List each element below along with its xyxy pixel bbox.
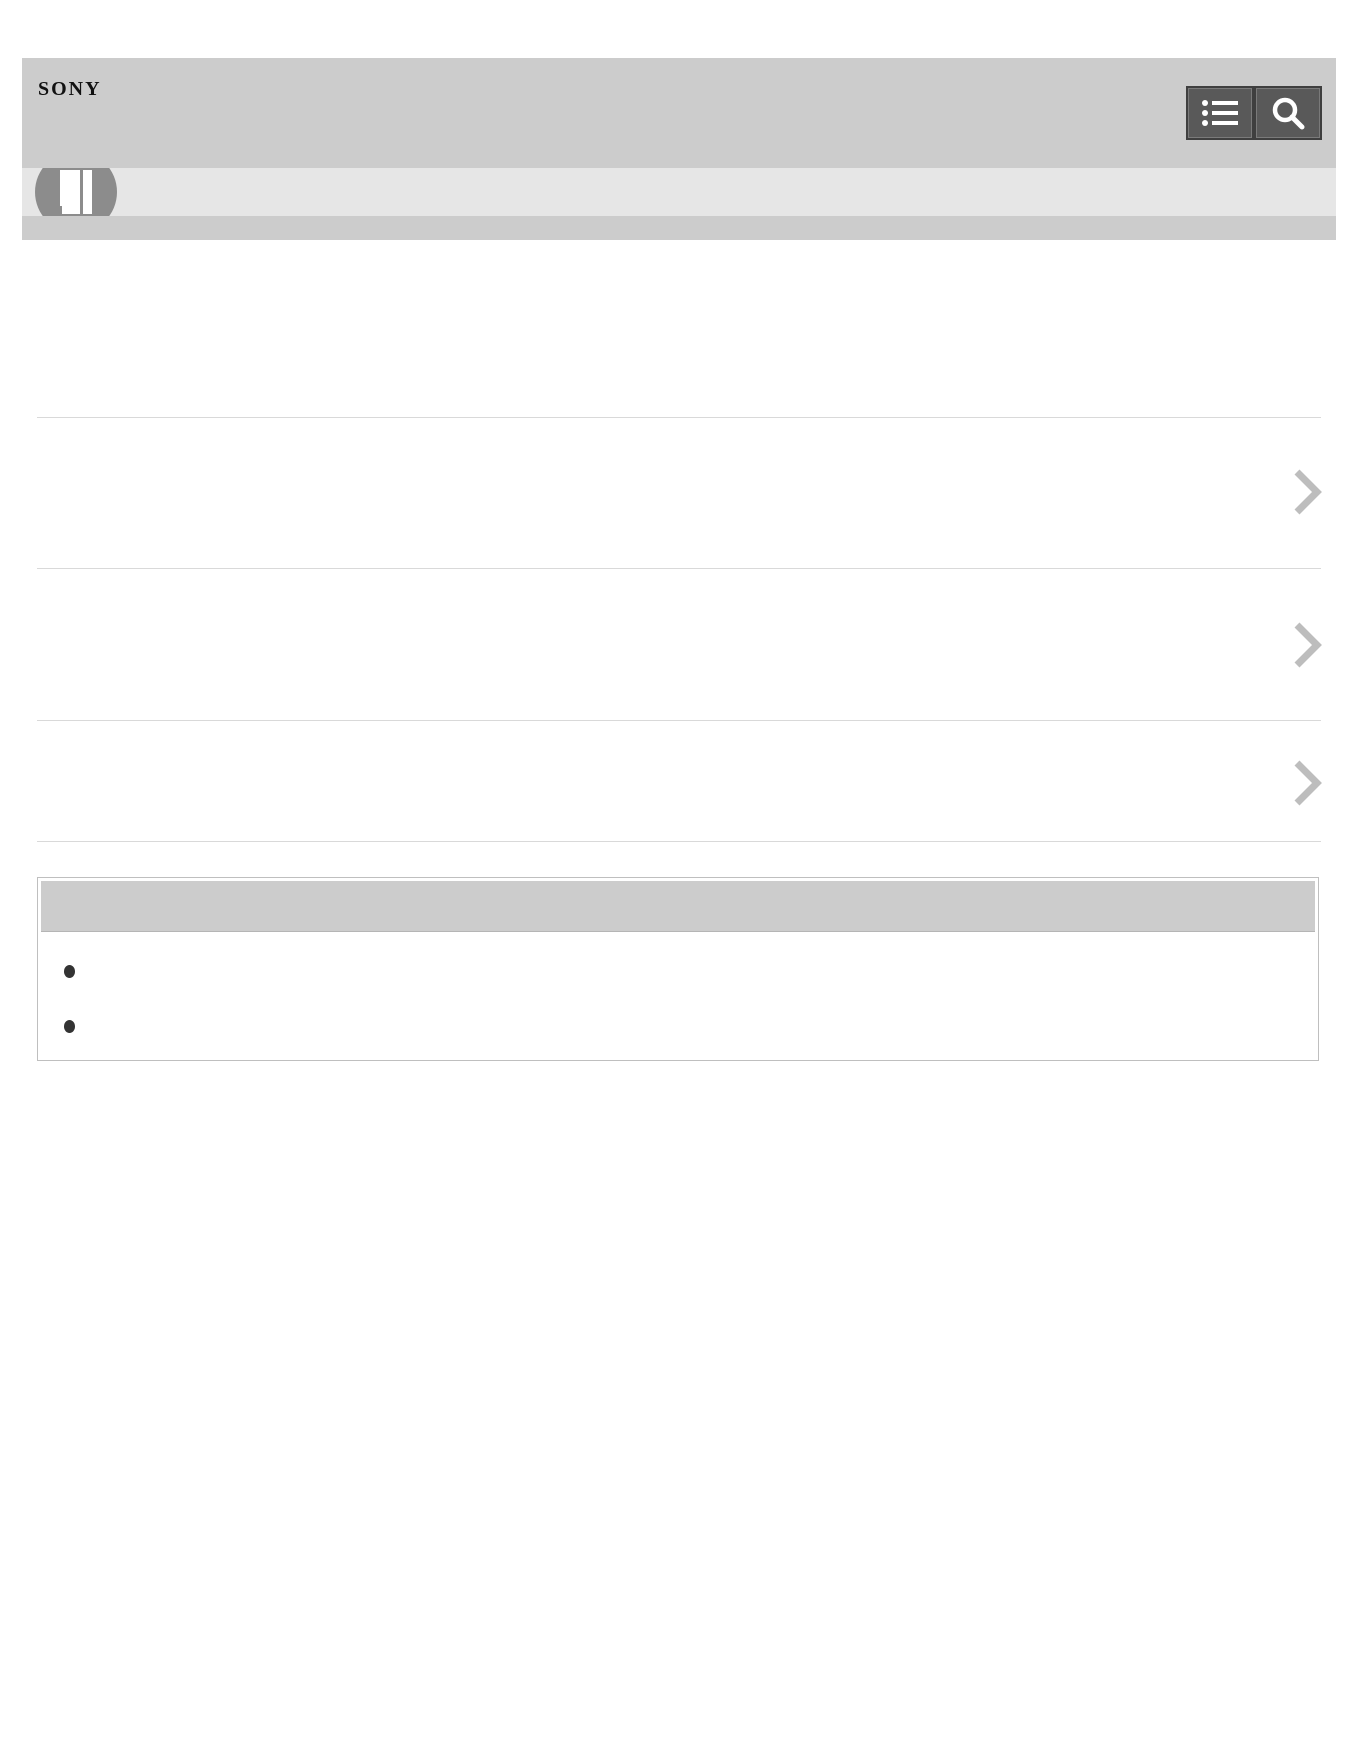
search-icon — [1272, 97, 1305, 130]
book-icon — [35, 168, 117, 216]
book-badge — [35, 168, 117, 216]
notes-header — [41, 881, 1315, 932]
link-row[interactable] — [37, 569, 1322, 719]
link-row[interactable] — [37, 418, 1322, 568]
link-row[interactable] — [37, 721, 1322, 841]
bullet-point — [64, 1020, 75, 1033]
bullet-point — [64, 965, 75, 978]
site-header: SONY — [22, 58, 1336, 168]
list-icon — [1202, 100, 1238, 126]
chevron-right-icon — [1294, 469, 1322, 515]
search-button[interactable] — [1254, 86, 1322, 140]
section-bar — [22, 168, 1336, 216]
chevron-right-icon — [1294, 622, 1322, 668]
brand-logo[interactable]: SONY — [38, 78, 102, 101]
table-of-contents-button[interactable] — [1186, 86, 1254, 140]
notes-box — [37, 877, 1319, 1061]
breadcrumb-strip — [22, 216, 1336, 240]
divider — [37, 841, 1321, 842]
chevron-right-icon — [1294, 760, 1322, 806]
